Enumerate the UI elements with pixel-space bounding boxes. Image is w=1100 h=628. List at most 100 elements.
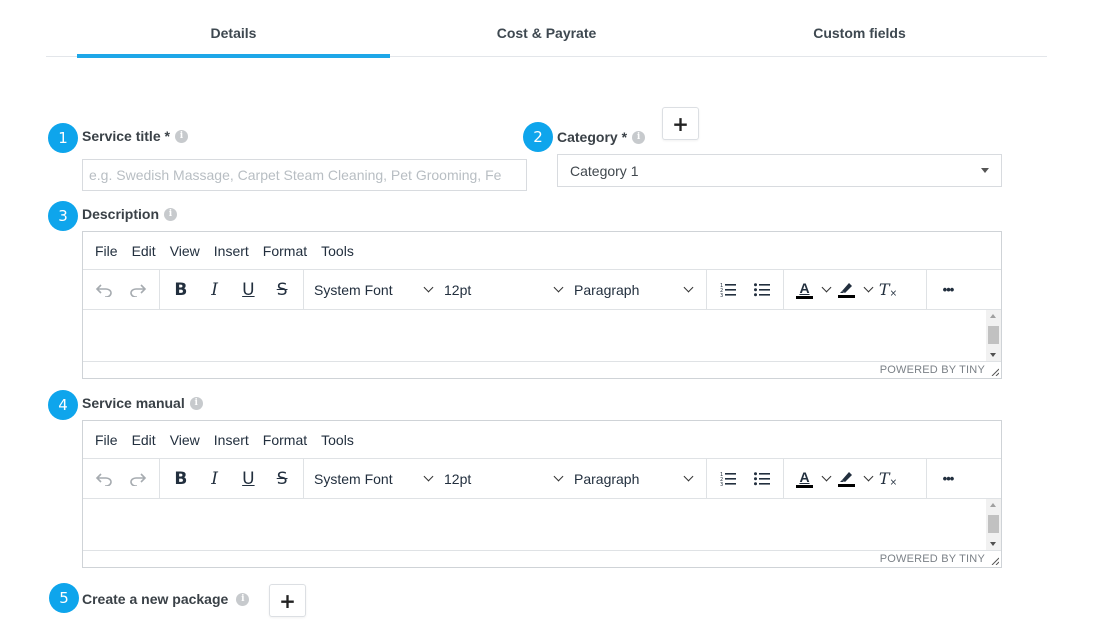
more-options-icon[interactable]: ••• — [931, 275, 965, 305]
info-icon[interactable]: i — [174, 129, 188, 143]
editor-scrollbar[interactable] — [986, 310, 1001, 361]
strikethrough-button[interactable]: S — [265, 275, 299, 305]
text-color-button[interactable]: A — [788, 464, 834, 494]
bold-button[interactable]: B — [164, 464, 198, 494]
chevron-down-icon — [553, 282, 564, 293]
strikethrough-button[interactable]: S — [265, 464, 299, 494]
block-format-dropdown[interactable]: Paragraph — [568, 275, 698, 305]
chevron-down-icon — [863, 282, 874, 293]
block-format-value: Paragraph — [574, 470, 640, 487]
tab-custom-fields[interactable]: Custom fields — [703, 10, 1016, 56]
highlight-color-button[interactable] — [834, 464, 876, 494]
tab-cost-payrate[interactable]: Cost & Payrate — [390, 10, 703, 56]
redo-icon[interactable] — [121, 464, 155, 494]
info-icon[interactable]: i — [189, 396, 203, 410]
service-manual-editor-content[interactable] — [83, 499, 1001, 551]
menu-insert[interactable]: Insert — [208, 243, 255, 259]
category-selected-value: Category 1 — [570, 162, 639, 179]
undo-icon[interactable] — [87, 464, 121, 494]
menu-format[interactable]: Format — [257, 432, 313, 448]
caret-down-icon — [981, 168, 989, 173]
service-title-label: Service title * i — [82, 128, 188, 144]
chevron-down-icon — [683, 471, 694, 482]
italic-button[interactable]: I — [198, 464, 232, 494]
numbered-list-icon[interactable]: 123 — [711, 275, 745, 305]
text-color-icon: A — [799, 468, 810, 485]
more-options-icon[interactable]: ••• — [931, 464, 965, 494]
chevron-down-icon — [821, 282, 832, 293]
resize-handle-icon[interactable] — [991, 368, 999, 376]
underline-button[interactable]: U — [232, 464, 266, 494]
scrollbar-thumb[interactable] — [988, 326, 999, 344]
service-manual-editor: File Edit View Insert Format Tools B I U… — [82, 420, 1002, 568]
menu-view[interactable]: View — [164, 243, 206, 259]
menu-file[interactable]: File — [89, 432, 124, 448]
highlight-color-button[interactable] — [834, 275, 876, 305]
clear-formatting-button[interactable]: T × — [876, 464, 900, 494]
description-editor: File Edit View Insert Format Tools B I U… — [82, 231, 1002, 379]
highlighter-icon — [839, 472, 852, 482]
step-badge-1: 1 — [48, 123, 78, 153]
menu-insert[interactable]: Insert — [208, 432, 255, 448]
scroll-down-icon[interactable] — [990, 542, 996, 546]
editor-menubar: File Edit View Insert Format Tools — [83, 232, 1001, 270]
scroll-up-icon[interactable] — [990, 314, 996, 318]
create-package-label-text: Create a new package — [82, 591, 229, 607]
powered-by-tiny-link[interactable]: POWERED BY TINY — [880, 364, 985, 376]
tab-bar: Details Cost & Payrate Custom fields — [46, 10, 1047, 58]
resize-handle-icon[interactable] — [991, 557, 999, 565]
category-select[interactable]: Category 1 — [557, 154, 1002, 187]
info-icon[interactable]: i — [236, 592, 250, 606]
menu-view[interactable]: View — [164, 432, 206, 448]
menu-tools[interactable]: Tools — [315, 432, 360, 448]
font-family-dropdown[interactable]: System Font — [308, 464, 438, 494]
create-package-label: Create a new package i — [82, 591, 250, 607]
info-icon[interactable]: i — [164, 207, 178, 221]
scroll-up-icon[interactable] — [990, 503, 996, 507]
service-title-input[interactable] — [82, 159, 527, 191]
step-badge-5: 5 — [49, 583, 79, 613]
menu-format[interactable]: Format — [257, 243, 313, 259]
font-size-dropdown[interactable]: 12pt — [438, 275, 568, 305]
svg-text:3: 3 — [720, 293, 723, 298]
undo-icon[interactable] — [87, 275, 121, 305]
tab-details[interactable]: Details — [77, 10, 390, 58]
scrollbar-thumb[interactable] — [988, 515, 999, 533]
font-size-value: 12pt — [444, 281, 472, 298]
info-icon[interactable]: i — [632, 130, 646, 144]
chevron-down-icon — [683, 282, 694, 293]
numbered-list-icon[interactable]: 123 — [711, 464, 745, 494]
add-category-button[interactable]: + — [662, 107, 699, 140]
service-title-label-text: Service title * — [82, 128, 170, 144]
italic-button[interactable]: I — [198, 275, 232, 305]
text-color-button[interactable]: A — [788, 275, 834, 305]
menu-file[interactable]: File — [89, 243, 124, 259]
step-badge-2: 2 — [523, 122, 553, 152]
text-color-icon: A — [799, 279, 810, 296]
menu-tools[interactable]: Tools — [315, 243, 360, 259]
underline-button[interactable]: U — [232, 275, 266, 305]
menu-edit[interactable]: Edit — [126, 432, 162, 448]
chevron-down-icon — [863, 471, 874, 482]
clear-formatting-button[interactable]: T × — [876, 275, 900, 305]
description-editor-content[interactable] — [83, 310, 1001, 362]
service-manual-label: Service manual i — [82, 395, 203, 411]
bullet-list-icon[interactable] — [745, 464, 779, 494]
scroll-down-icon[interactable] — [990, 353, 996, 357]
block-format-dropdown[interactable]: Paragraph — [568, 464, 698, 494]
powered-by-tiny-link[interactable]: POWERED BY TINY — [880, 553, 985, 565]
chevron-down-icon — [821, 471, 832, 482]
bullet-list-icon[interactable] — [745, 275, 779, 305]
highlighter-icon — [839, 283, 852, 293]
step-badge-4: 4 — [48, 390, 78, 420]
add-package-button[interactable]: + — [269, 584, 306, 617]
menu-edit[interactable]: Edit — [126, 243, 162, 259]
font-size-dropdown[interactable]: 12pt — [438, 464, 568, 494]
block-format-value: Paragraph — [574, 281, 640, 298]
bold-button[interactable]: B — [164, 275, 198, 305]
editor-scrollbar[interactable] — [986, 499, 1001, 550]
redo-icon[interactable] — [121, 275, 155, 305]
font-size-value: 12pt — [444, 470, 472, 487]
font-family-dropdown[interactable]: System Font — [308, 275, 438, 305]
chevron-down-icon — [423, 282, 434, 293]
